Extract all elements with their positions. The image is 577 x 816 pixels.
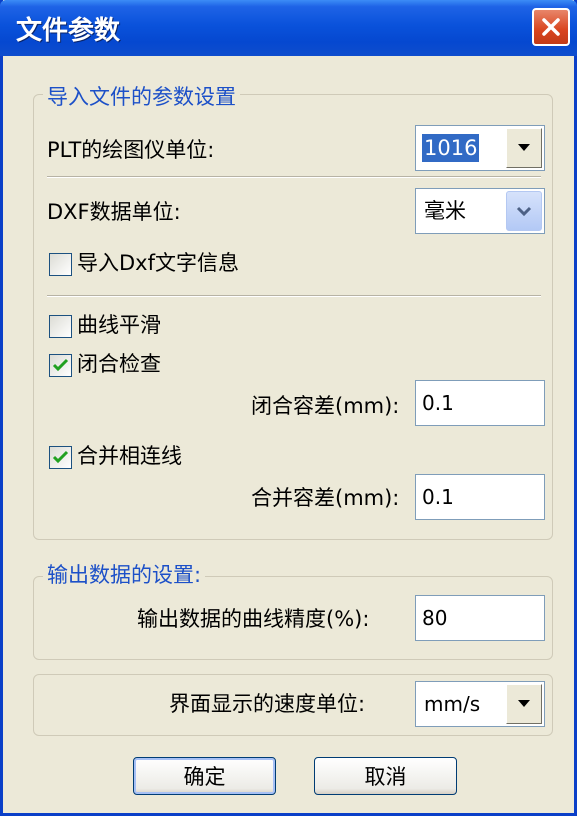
cancel-button-label: 取消 [364,765,407,789]
ok-button-label: 确定 [183,765,226,789]
dxf-unit-select[interactable]: 毫米 [415,188,545,234]
close-check-label: 闭合检查 [77,352,161,376]
merge-lines-checkbox[interactable] [49,446,72,469]
file-params-dialog: 文件参数 导入文件的参数设置 PLT的绘图仪单位: 1016 DXF数据单位: … [0,0,577,816]
plt-unit-label: PLT的绘图仪单位: [47,138,215,162]
merge-tolerance-value: 0.1 [422,485,454,509]
close-tolerance-label: 闭合容差(mm): [251,394,400,418]
smooth-curve-label: 曲线平滑 [77,313,161,337]
plt-unit-value: 1016 [422,134,480,162]
chevron-down-icon [518,700,530,707]
import-settings-legend: 导入文件的参数设置 [43,84,240,110]
title-bar[interactable]: 文件参数 [0,0,577,56]
cancel-button[interactable]: 取消 [314,757,457,795]
dxf-unit-dropdown-button[interactable] [506,191,542,231]
curve-precision-input[interactable]: 80 [415,595,545,641]
close-tolerance-input[interactable]: 0.1 [415,380,545,426]
plt-unit-dropdown-button[interactable] [506,128,542,168]
speed-unit-label: 界面显示的速度单位: [169,692,366,716]
smooth-curve-checkbox[interactable] [49,315,72,338]
window-title: 文件参数 [16,16,121,46]
close-check-checkbox[interactable] [49,354,72,377]
separator [47,176,541,178]
speed-unit-dropdown-button[interactable] [506,684,542,724]
plt-unit-select[interactable]: 1016 [415,125,545,171]
curve-precision-value: 80 [422,606,448,630]
import-text-label: 导入Dxf文字信息 [77,251,239,275]
merge-lines-label: 合并相连线 [77,444,182,468]
ok-button[interactable]: 确定 [133,757,276,795]
dxf-unit-value: 毫米 [424,199,466,223]
checkmark-icon [52,450,69,464]
dxf-unit-label: DXF数据单位: [47,200,181,224]
separator [47,295,541,297]
merge-tolerance-input[interactable]: 0.1 [415,474,545,520]
curve-precision-label: 输出数据的曲线精度(%): [137,607,370,631]
checkmark-icon [52,358,69,372]
speed-unit-select[interactable]: mm/s [415,681,545,727]
close-button[interactable] [532,8,570,46]
import-text-checkbox[interactable] [49,253,72,276]
chevron-down-icon [518,144,530,151]
merge-tolerance-label: 合并容差(mm): [251,486,400,510]
close-icon [542,18,560,36]
output-settings-legend: 输出数据的设置: [43,562,206,588]
close-tolerance-value: 0.1 [422,391,454,415]
chevron-down-icon [516,206,532,217]
speed-unit-value: mm/s [424,692,481,716]
